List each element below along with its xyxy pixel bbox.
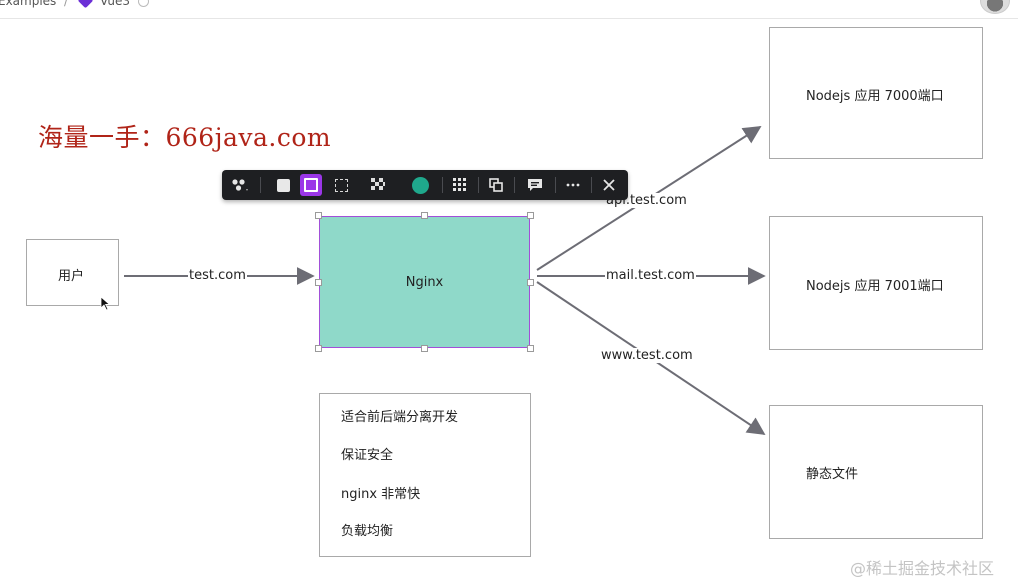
fill-dashed-icon[interactable]	[330, 174, 352, 196]
resize-handle-top-right[interactable]	[527, 212, 534, 219]
node-static-files[interactable]: 静态文件	[769, 405, 983, 539]
grid-icon[interactable]	[449, 174, 471, 196]
toolbar-divider	[442, 177, 443, 193]
resize-handle-bottom[interactable]	[421, 345, 428, 352]
resize-handle-top[interactable]	[421, 212, 428, 219]
node-nodejs-7001-label: Nodejs 应用 7001端口	[806, 279, 944, 294]
more-icon[interactable]	[562, 174, 584, 196]
toolbar-divider	[478, 177, 479, 193]
duplicate-icon[interactable]	[485, 174, 507, 196]
watermark-bottom: @稀土掘金技术社区	[850, 559, 995, 578]
edge-label-test[interactable]: test.com	[188, 268, 247, 283]
fill-outline-icon[interactable]	[300, 174, 322, 196]
toolbar-divider	[260, 177, 261, 193]
note-item: 适合前后端分离开发	[341, 410, 459, 425]
node-nginx-label: Nginx	[405, 275, 444, 290]
resize-handle-top-left[interactable]	[315, 212, 322, 219]
connect-icon[interactable]	[229, 174, 251, 196]
edge-label-mail[interactable]: mail.test.com	[605, 268, 696, 283]
edge-label-www[interactable]: www.test.com	[600, 348, 694, 363]
notes-box[interactable]: 适合前后端分离开发 保证安全 nginx 非常快 负载均衡	[319, 393, 531, 557]
fill-solid-icon[interactable]	[272, 174, 294, 196]
note-item: 负载均衡	[341, 524, 394, 539]
comment-icon[interactable]	[524, 174, 546, 196]
fill-pattern-icon[interactable]	[367, 174, 389, 196]
resize-handle-left[interactable]	[315, 279, 322, 286]
note-item: nginx 非常快	[341, 487, 421, 502]
resize-handle-right[interactable]	[527, 279, 534, 286]
toolbar-divider	[591, 177, 592, 193]
toolbar-divider	[514, 177, 515, 193]
node-nodejs-7000[interactable]: Nodejs 应用 7000端口	[769, 27, 983, 159]
resize-handle-bottom-left[interactable]	[315, 345, 322, 352]
toolbar-divider	[555, 177, 556, 193]
node-static-files-label: 静态文件	[806, 467, 859, 482]
node-user-label: 用户	[58, 269, 85, 284]
close-icon[interactable]	[598, 174, 620, 196]
mouse-cursor-icon	[100, 296, 111, 311]
resize-handle-bottom-right[interactable]	[527, 345, 534, 352]
note-item: 保证安全	[341, 448, 394, 463]
watermark-top: 海量一手：666java.com	[38, 123, 332, 152]
color-swatch-icon[interactable]	[409, 174, 431, 196]
node-nodejs-7001[interactable]: Nodejs 应用 7001端口	[769, 216, 983, 350]
shape-toolbar	[222, 170, 628, 200]
node-nginx[interactable]: Nginx	[319, 216, 530, 348]
node-nodejs-7000-label: Nodejs 应用 7000端口	[806, 89, 944, 104]
